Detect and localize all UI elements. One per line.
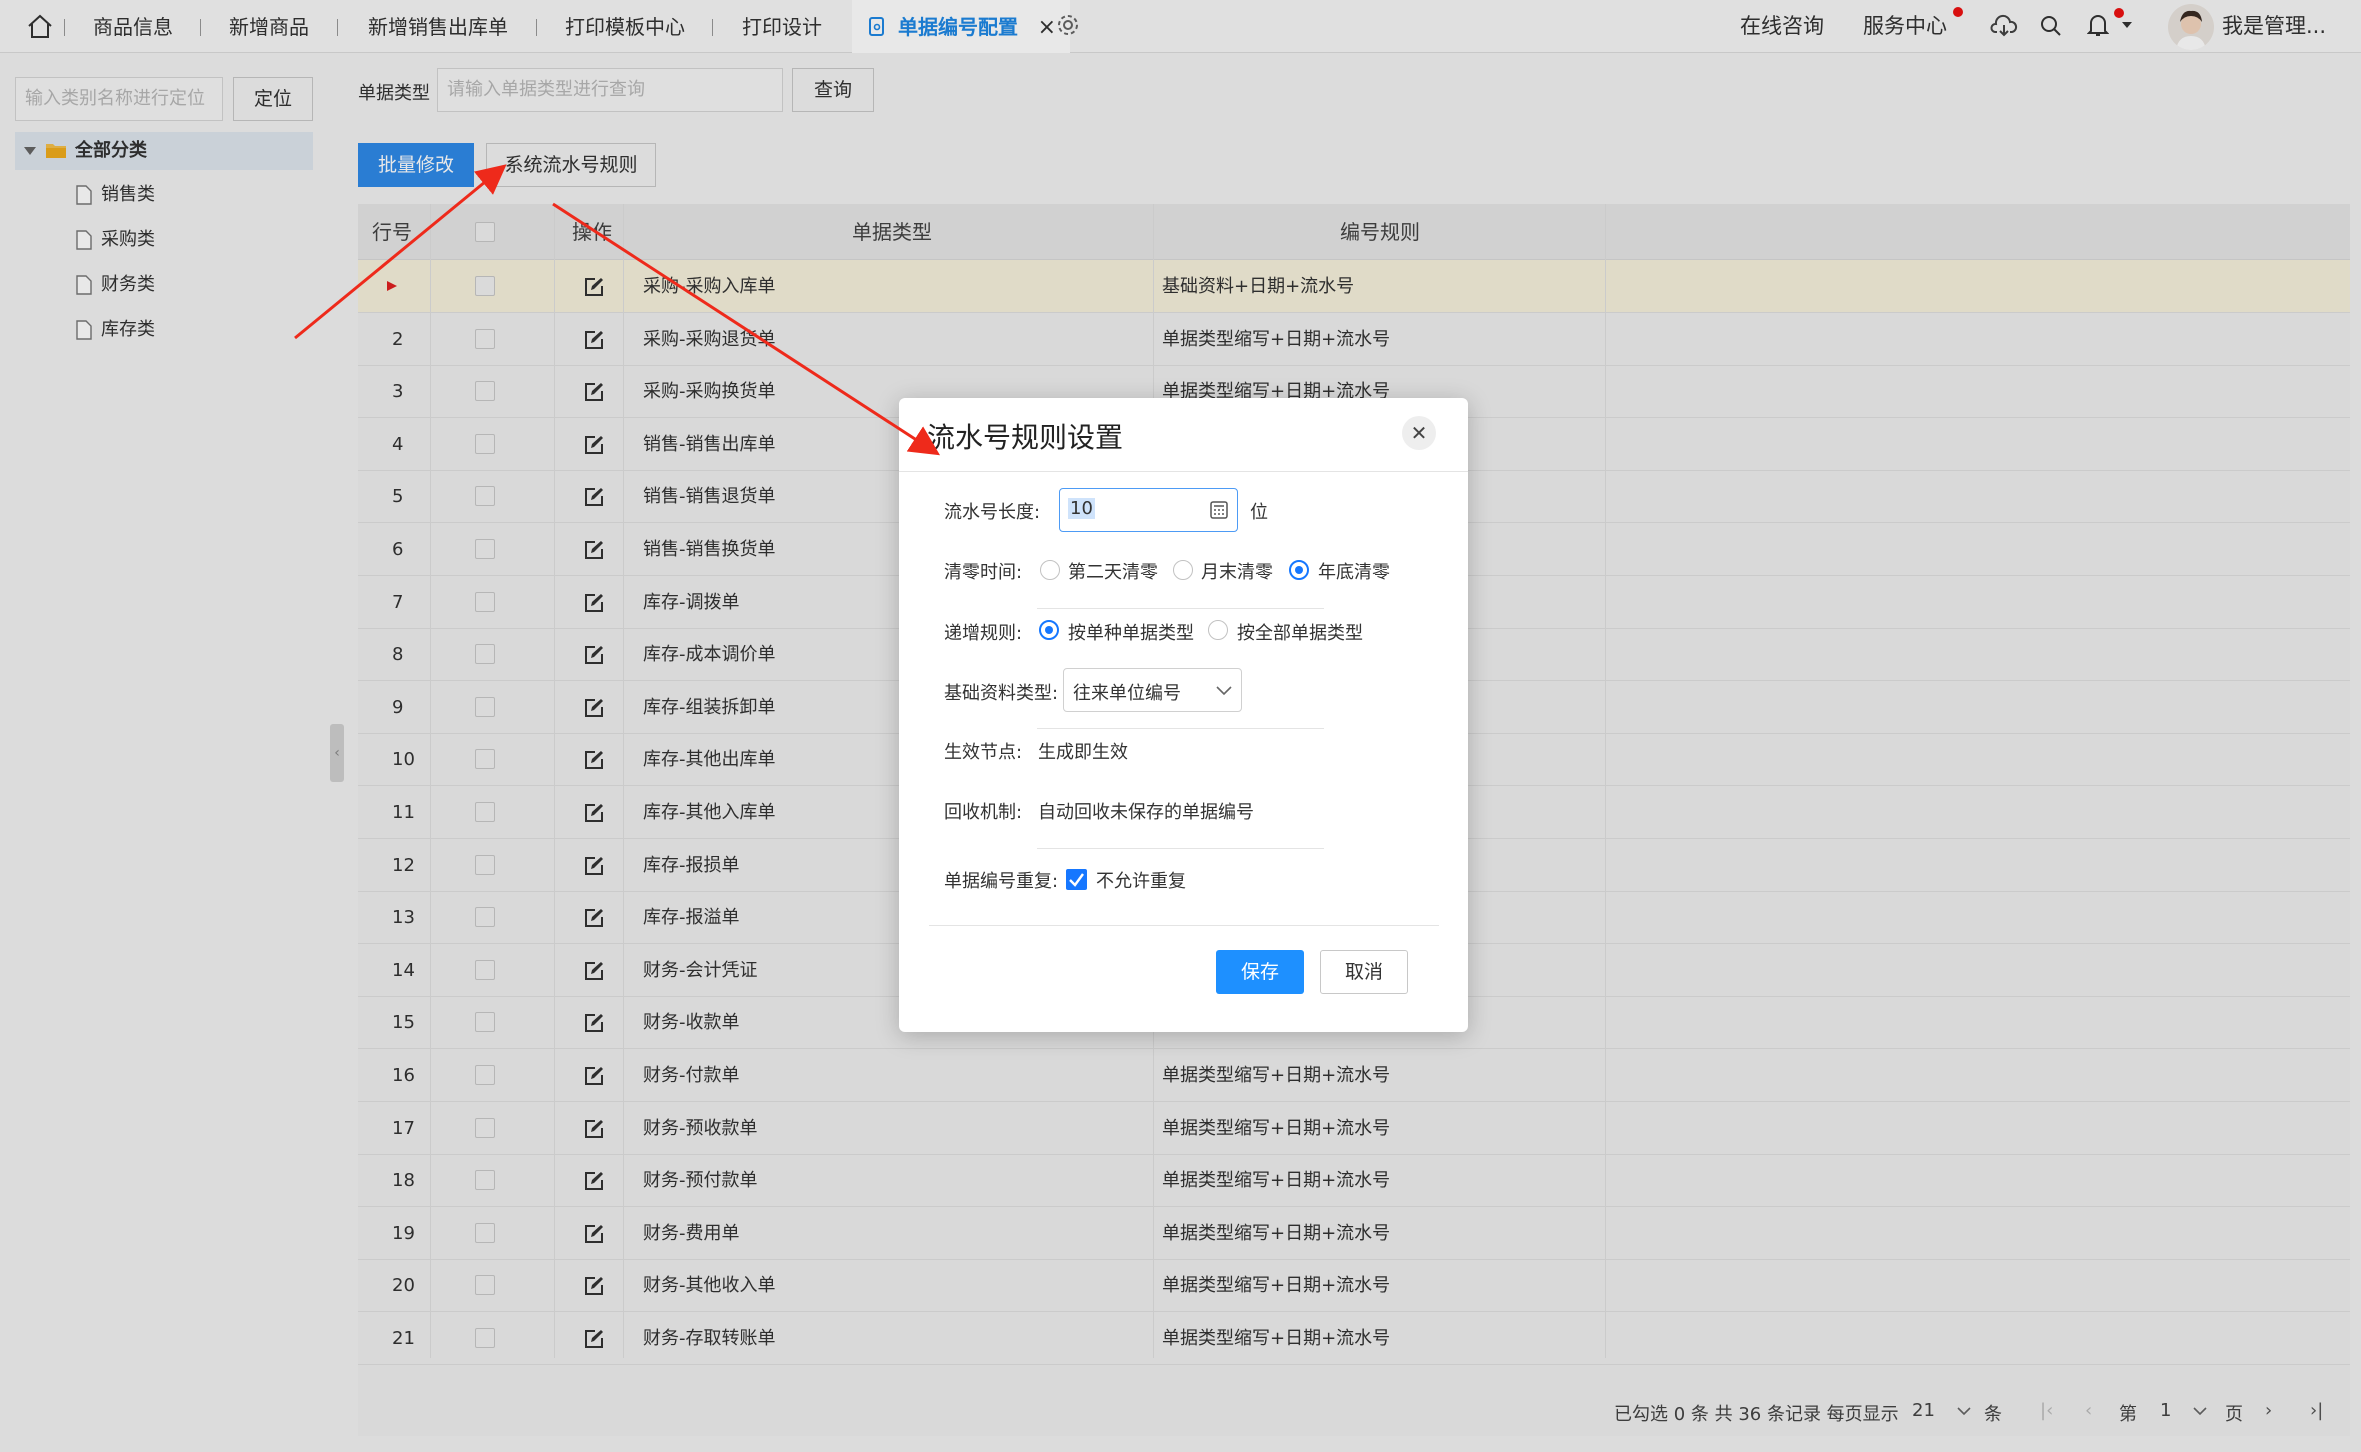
increment-single-type-label[interactable]: 按单种单据类型 bbox=[1068, 619, 1194, 645]
save-button[interactable]: 保存 bbox=[1216, 950, 1304, 994]
duplicate-label: 单据编号重复: bbox=[944, 871, 1059, 892]
base-data-type-label: 基础资料类型: bbox=[944, 683, 1059, 704]
reset-month-end-label[interactable]: 月末清零 bbox=[1201, 558, 1273, 584]
cancel-button[interactable]: 取消 bbox=[1320, 950, 1408, 994]
divider bbox=[1037, 848, 1324, 849]
dialog-title: 流水号规则设置 bbox=[927, 421, 1124, 454]
increment-single-type-radio[interactable] bbox=[1039, 620, 1059, 640]
increment-rule-label: 递增规则: bbox=[944, 623, 1023, 644]
effect-node-value: 生成即生效 bbox=[1038, 742, 1128, 763]
reset-time-label: 清零时间: bbox=[944, 562, 1023, 583]
check-icon bbox=[1069, 873, 1084, 887]
serial-rule-dialog: 流水号规则设置 ✕ 流水号长度: 10 位 清零时间: 第二天清零 月末清零 年… bbox=[899, 398, 1468, 1032]
base-data-type-value: 往来单位编号 bbox=[1073, 683, 1181, 704]
serial-length-input[interactable]: 10 bbox=[1059, 488, 1238, 532]
divider bbox=[1037, 608, 1324, 609]
reset-next-day-radio[interactable] bbox=[1040, 560, 1060, 580]
no-duplicate-label[interactable]: 不允许重复 bbox=[1096, 867, 1186, 893]
serial-length-unit: 位 bbox=[1250, 502, 1268, 523]
reset-year-end-radio[interactable] bbox=[1289, 560, 1309, 580]
effect-node-label: 生效节点: bbox=[944, 742, 1023, 763]
base-data-type-select[interactable]: 往来单位编号 bbox=[1063, 668, 1242, 712]
calculator-icon[interactable] bbox=[1210, 501, 1228, 519]
recycle-value: 自动回收未保存的单据编号 bbox=[1038, 802, 1254, 823]
serial-length-value: 10 bbox=[1068, 498, 1095, 519]
increment-all-types-radio[interactable] bbox=[1208, 620, 1228, 640]
reset-next-day-label[interactable]: 第二天清零 bbox=[1068, 558, 1158, 584]
serial-length-label: 流水号长度: bbox=[944, 502, 1041, 523]
close-icon[interactable]: ✕ bbox=[1402, 416, 1436, 450]
reset-month-end-radio[interactable] bbox=[1173, 560, 1193, 580]
recycle-label: 回收机制: bbox=[944, 802, 1023, 823]
chevron-down-icon bbox=[1216, 686, 1232, 696]
title-divider bbox=[899, 471, 1468, 472]
divider bbox=[1037, 728, 1324, 729]
footer-divider bbox=[929, 925, 1439, 926]
no-duplicate-checkbox[interactable] bbox=[1066, 869, 1087, 890]
reset-year-end-label[interactable]: 年底清零 bbox=[1318, 558, 1390, 584]
increment-all-types-label[interactable]: 按全部单据类型 bbox=[1237, 619, 1363, 645]
